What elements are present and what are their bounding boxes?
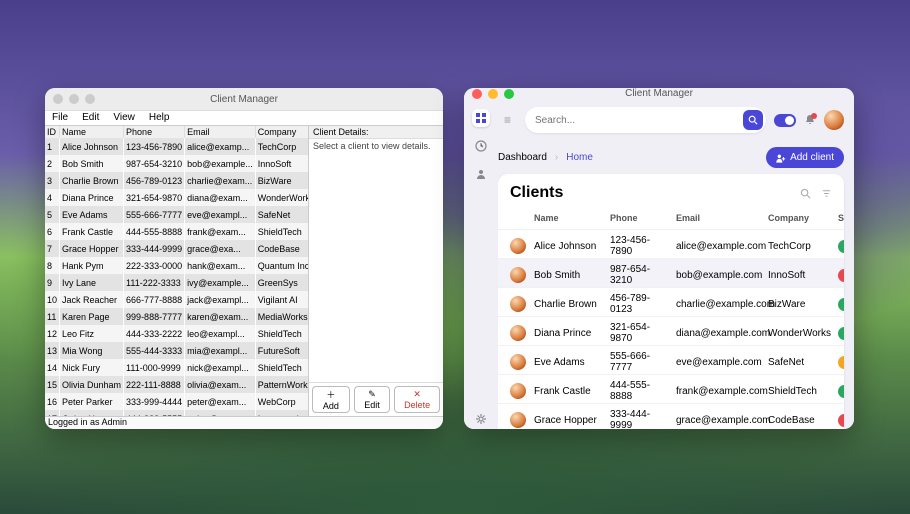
table-row[interactable]: 10Jack Reacher666-777-8888jack@exampl...… [45,291,308,308]
table-row[interactable]: 12Leo Fitz444-333-2222leo@exampl...Shiel… [45,325,308,342]
col-name[interactable]: Name [60,126,124,138]
table-row[interactable]: 2Bob Smith987-654-3210bob@example...Inno… [45,155,308,172]
client-row[interactable]: Alice Johnson123-456-7890alice@example.c… [498,229,844,258]
status-badge: Inactive [838,414,844,427]
modern-window-title: Client Manager [625,88,693,99]
classic-window-title: Client Manager [210,94,278,105]
edit-button[interactable]: ✎ Edit [354,386,390,413]
mcol-name: Name [534,213,604,223]
table-row[interactable]: 9Ivy Lane111-222-3333ivy@example...Green… [45,274,308,291]
table-row[interactable]: 5Eve Adams555-666-7777eve@exampl...SafeN… [45,206,308,223]
details-header: Client Details: [309,126,443,139]
theme-toggle[interactable] [774,114,796,127]
status-bar: Logged in as Admin [45,416,443,429]
classic-window: Client Manager File Edit View Help IDNam… [45,88,443,429]
col-id[interactable]: ID [45,126,60,138]
table-row[interactable]: 14Nick Fury111-000-9999nick@exampl...Shi… [45,359,308,376]
status-badge: Active [838,385,844,398]
client-row[interactable]: Charlie Brown456-789-0123charlie@example… [498,287,844,316]
sidebar-rail [464,99,498,429]
status-badge: Active [838,298,844,311]
minimize-light[interactable] [69,94,79,104]
client-row[interactable]: Diana Prince321-654-9870diana@example.co… [498,316,844,345]
card-title: Clients [510,184,563,202]
mcol-status: Status [838,213,844,223]
nav-users-icon[interactable] [472,165,490,183]
zoom-light[interactable] [85,94,95,104]
add-button[interactable]: ＋ Add [312,386,350,413]
nav-time-icon[interactable] [472,137,490,155]
window-controls-inactive[interactable] [53,94,95,104]
notifications-icon[interactable] [804,114,816,126]
table-row[interactable]: 4Diana Prince321-654-9870diana@exam...Wo… [45,189,308,206]
classic-titlebar: Client Manager [45,88,443,110]
table-row[interactable]: 11Karen Page999-888-7777karen@exam...Med… [45,308,308,325]
table-row[interactable]: 13Mia Wong555-444-3333mia@exampl...Futur… [45,342,308,359]
mcol-email: Email [676,213,762,223]
table-row[interactable]: 7Grace Hopper333-444-9999grace@exa...Cod… [45,240,308,257]
status-badge: Inactive [838,269,844,282]
search-field[interactable] [525,107,766,133]
row-avatar [510,296,526,312]
window-controls[interactable] [472,89,514,99]
client-row[interactable]: Frank Castle444-555-8888frank@example.co… [498,374,844,403]
row-avatar [510,412,526,428]
mcol-company: Company [768,213,832,223]
row-avatar [510,267,526,283]
breadcrumb: Dashboard › Home Add client [498,147,844,168]
status-badge: Active [838,240,844,253]
nav-dashboard-icon[interactable] [472,109,490,127]
crumb-dashboard[interactable]: Dashboard [498,152,547,163]
row-avatar [510,238,526,254]
add-client-button[interactable]: Add client [766,147,844,168]
close-light[interactable] [472,89,482,99]
client-row[interactable]: Grace Hopper333-444-9999grace@example.co… [498,403,844,429]
table-row[interactable]: 3Charlie Brown456-789-0123charlie@exam..… [45,172,308,189]
menu-help[interactable]: Help [142,111,177,125]
table-row[interactable]: 15Olivia Dunham222-111-8888olivia@exam..… [45,376,308,393]
search-go-button[interactable] [743,110,763,130]
mcol-phone: Phone [610,213,670,223]
zoom-light[interactable] [504,89,514,99]
status-badge: Pending [838,356,844,369]
menu-edit[interactable]: Edit [75,111,106,125]
filter-icon[interactable] [821,188,832,199]
nav-settings-icon[interactable] [472,410,490,428]
table-row[interactable]: 16Peter Parker333-999-4444peter@exam...W… [45,393,308,410]
col-email[interactable]: Email [185,126,256,138]
hamburger-icon[interactable]: ≡ [498,113,517,127]
minimize-light[interactable] [488,89,498,99]
search-input[interactable] [535,115,743,126]
row-avatar [510,354,526,370]
table-row[interactable]: 1Alice Johnson123-456-7890alice@examp...… [45,138,308,155]
delete-button[interactable]: ✕ Delete [394,386,440,413]
classic-menubar: File Edit View Help [45,110,443,126]
table-row[interactable]: 8Hank Pym222-333-0000hank@exam...Quantum… [45,257,308,274]
col-phone[interactable]: Phone [124,126,185,138]
modern-client-table: Name Phone Email Company Status Alice Johnso… [498,208,844,429]
modern-titlebar: Client Manager [464,88,854,99]
status-badge: Active [838,327,844,340]
details-note: Select a client to view details. [309,139,443,382]
details-panel: Client Details: Select a client to view … [309,126,443,416]
user-avatar[interactable] [824,110,844,130]
client-row[interactable]: Eve Adams555-666-7777eve@example.comSafe… [498,345,844,374]
menu-view[interactable]: View [106,111,142,125]
modern-window: Client Manager ≡ [464,88,854,429]
client-row[interactable]: Bob Smith987-654-3210bob@example.comInno… [498,258,844,287]
table-row[interactable]: 6Frank Castle444-555-8888frank@exam...Sh… [45,223,308,240]
client-table[interactable]: IDNamePhoneEmailCompanyStatus 1Alice Joh… [45,126,308,416]
search-icon[interactable] [800,188,811,199]
close-light[interactable] [53,94,63,104]
row-avatar [510,325,526,341]
crumb-home[interactable]: Home [566,152,593,163]
menu-file[interactable]: File [45,111,75,125]
col-company[interactable]: Company [255,126,308,138]
row-avatar [510,383,526,399]
